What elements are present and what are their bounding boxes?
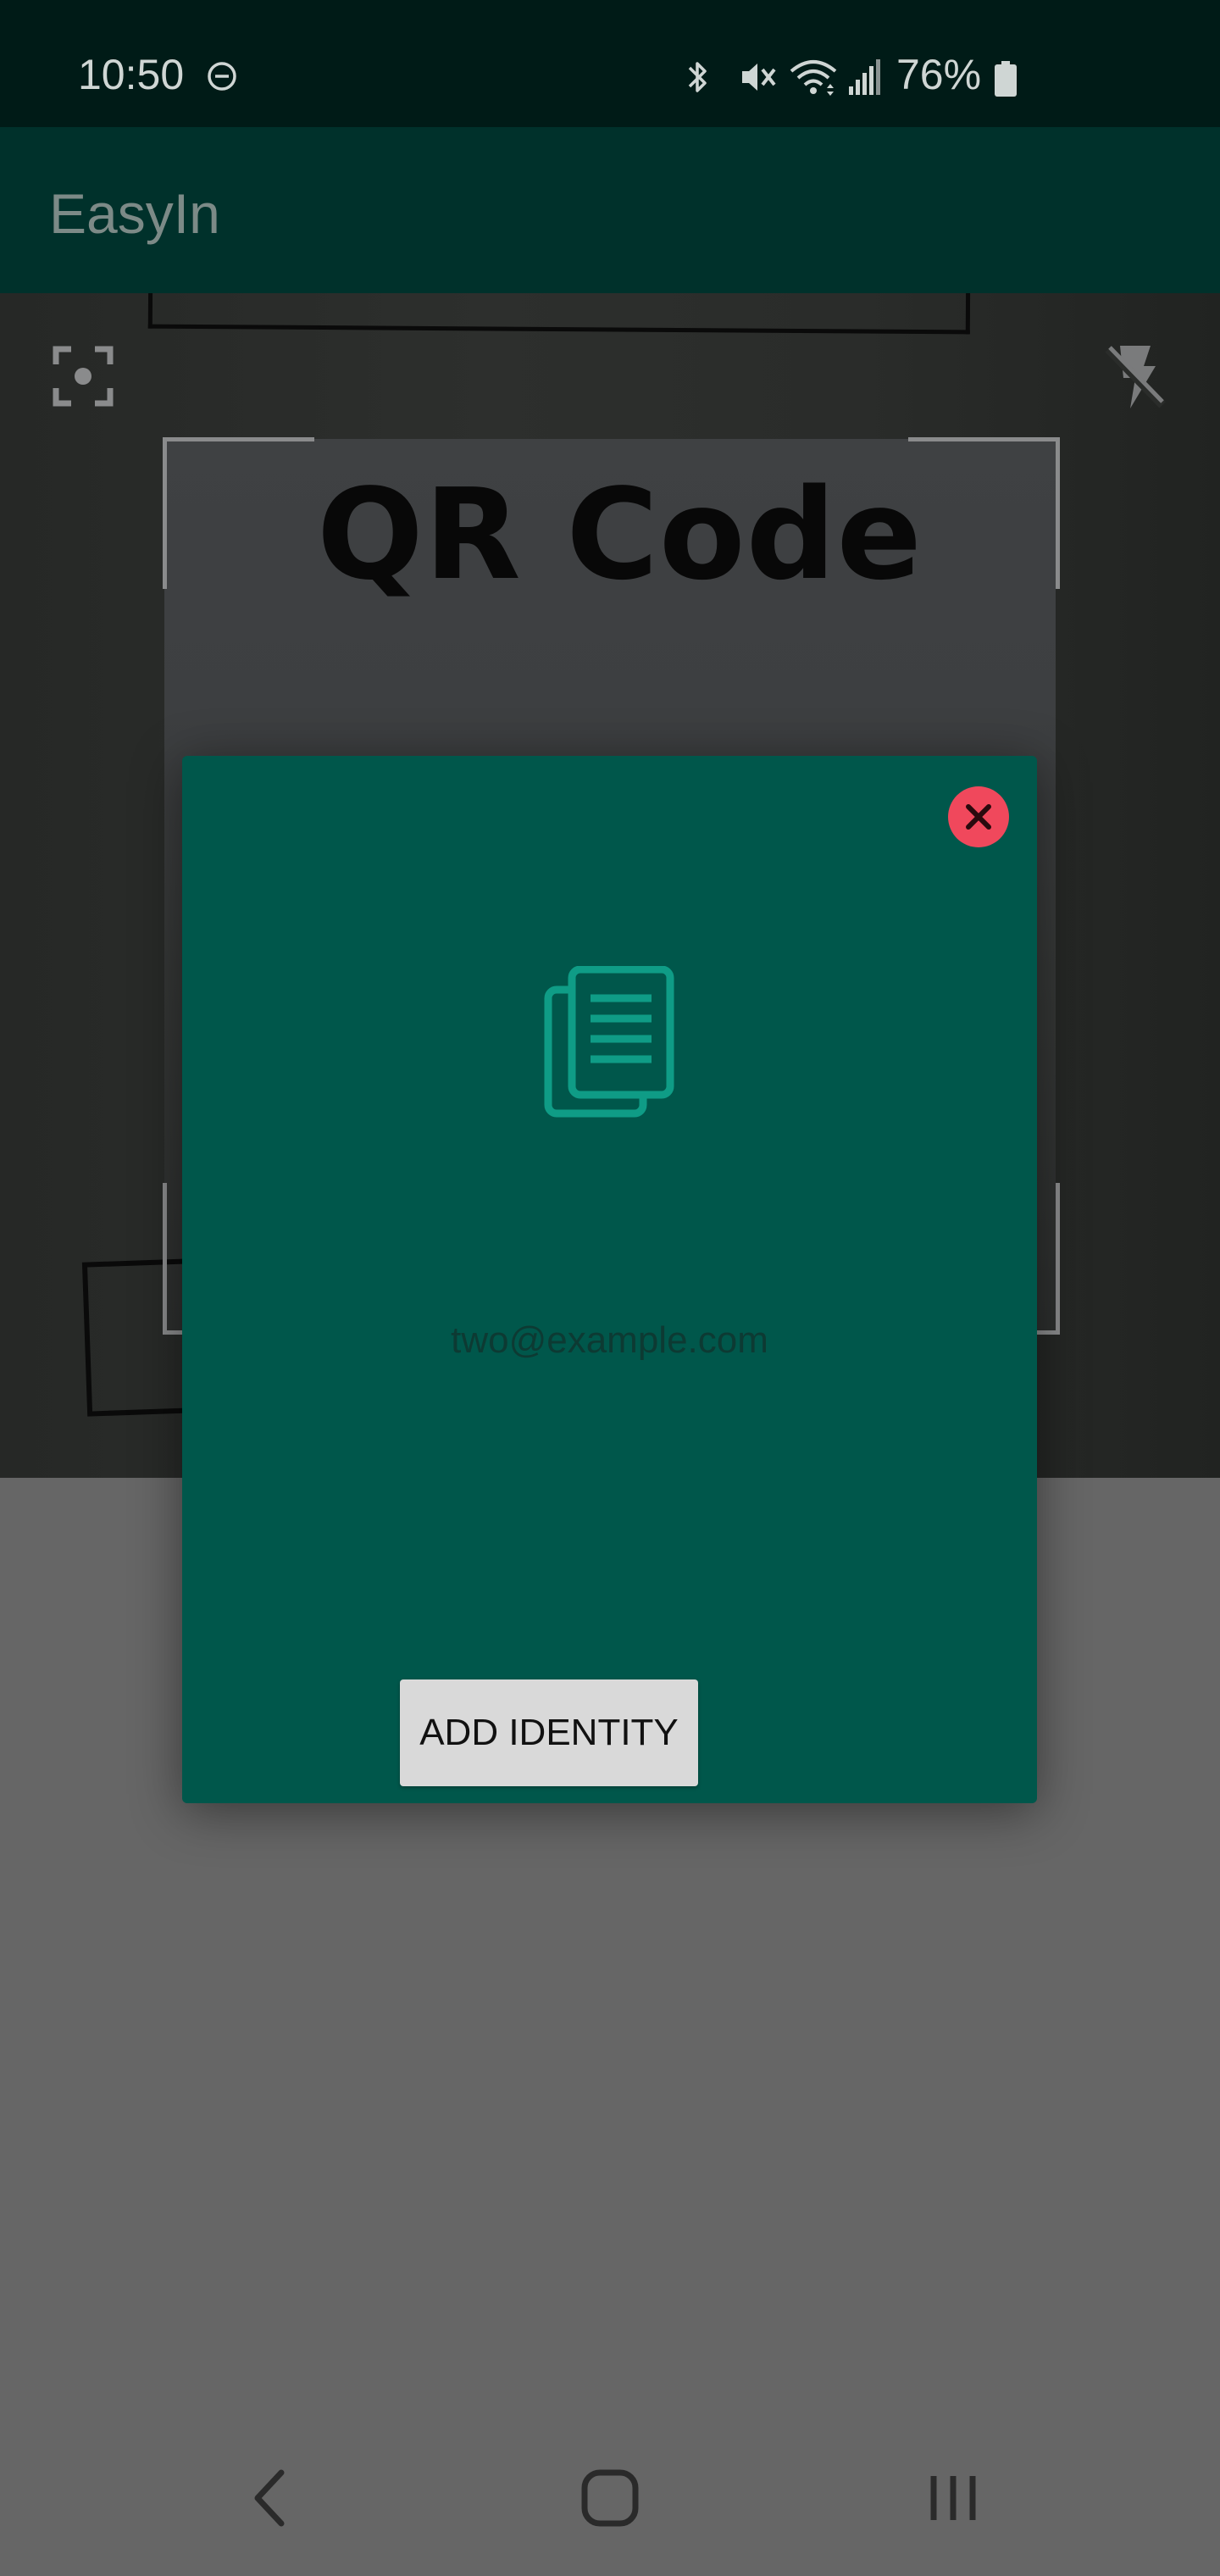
bluetooth-icon bbox=[688, 62, 707, 92]
close-icon bbox=[966, 804, 991, 830]
vibrate-mute-icon bbox=[742, 64, 776, 91]
battery-icon bbox=[995, 61, 1017, 97]
identity-dialog: two@example.com ADD IDENTITY bbox=[182, 756, 1037, 1803]
app-title: EasyIn bbox=[49, 182, 220, 245]
home-button[interactable] bbox=[578, 2464, 642, 2532]
status-time: 10:50 bbox=[78, 51, 185, 98]
close-button[interactable] bbox=[948, 786, 1009, 847]
navigation-bar bbox=[0, 2423, 1220, 2576]
copy-documents-icon bbox=[544, 966, 674, 1118]
scan-corner-top-right bbox=[908, 437, 1060, 589]
identity-email: two@example.com bbox=[451, 1319, 768, 1361]
camera-visible-text: QR Code bbox=[317, 462, 923, 608]
signal-icon bbox=[849, 59, 880, 95]
add-identity-button[interactable]: ADD IDENTITY bbox=[400, 1679, 698, 1786]
status-bar: 10:50 76% bbox=[0, 0, 1220, 127]
scan-corner-top-left bbox=[163, 437, 314, 589]
battery-percent: 76% bbox=[896, 51, 982, 98]
paper-edge bbox=[147, 293, 971, 335]
dnd-icon bbox=[208, 62, 236, 91]
wifi-icon bbox=[790, 60, 837, 96]
focus-icon[interactable] bbox=[53, 346, 114, 407]
app-bar: EasyIn bbox=[0, 127, 1220, 293]
recents-button[interactable] bbox=[923, 2464, 983, 2532]
flash-off-icon[interactable] bbox=[1101, 341, 1167, 412]
back-button[interactable] bbox=[244, 2464, 295, 2532]
